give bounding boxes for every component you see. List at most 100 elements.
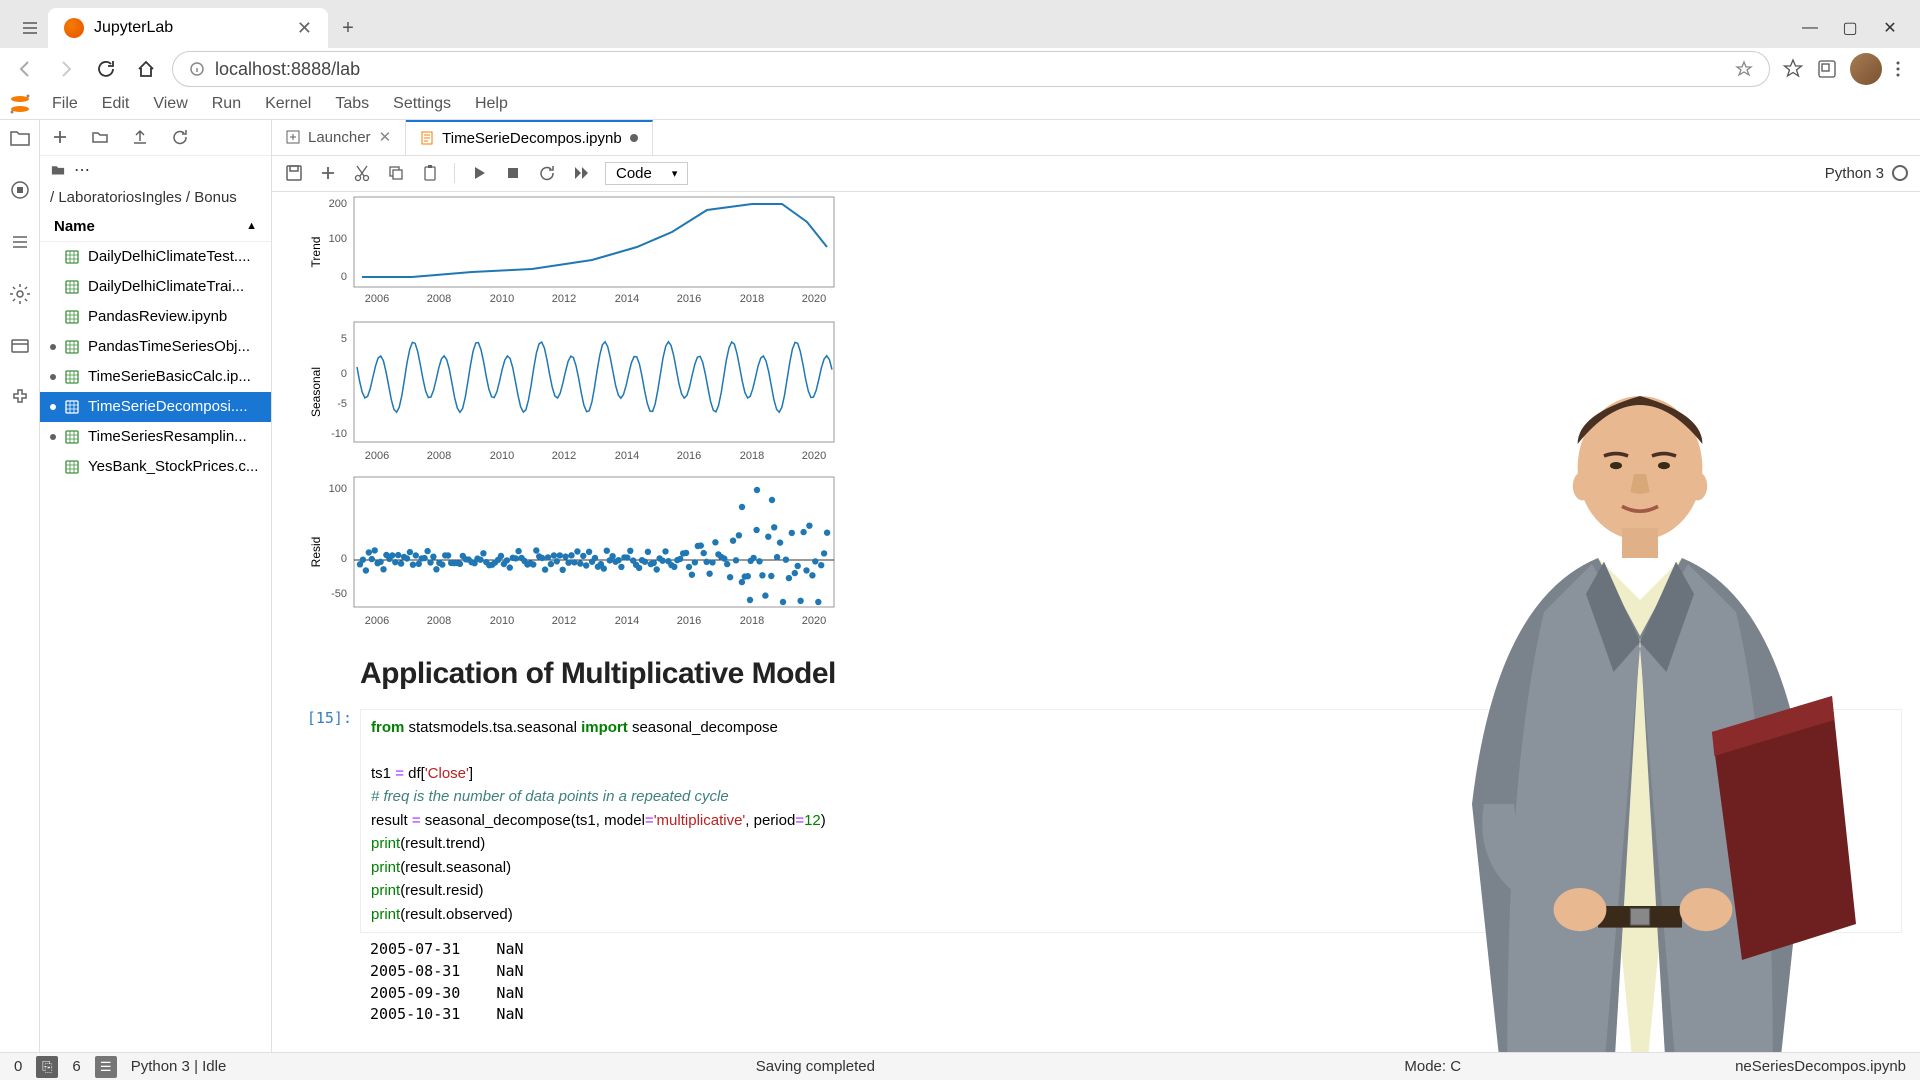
new-tab-button[interactable]: + [328,8,368,48]
svg-text:-5: -5 [337,398,347,410]
forward-button[interactable] [52,55,80,83]
svg-text:5: 5 [341,333,347,345]
maximize-button[interactable]: ▢ [1840,18,1860,38]
svg-text:2016: 2016 [677,615,701,627]
more-icon[interactable] [1894,58,1908,80]
tab-count-icon[interactable]: ☰ [95,1056,117,1078]
trend-subplot: Trend 2001000 20062008201020122014201620… [302,192,842,312]
menu-help[interactable]: Help [463,95,520,113]
new-launcher-icon[interactable] [50,127,70,147]
notebook-panel[interactable]: Trend 2001000 20062008201020122014201620… [272,192,1920,1053]
svg-text:2014: 2014 [615,615,639,627]
svg-text:0: 0 [341,553,347,565]
extensions-icon[interactable] [8,386,32,410]
copy-icon[interactable] [386,163,406,183]
tabs-icon[interactable] [8,334,32,358]
breadcrumb-path[interactable]: / LaboratoriosIngles / Bonus [40,184,271,212]
tab-timeseriedecompos-ipynb[interactable]: TimeSerieDecompos.ipynb [406,120,653,155]
file-item[interactable]: TimeSeriesResamplin... [40,422,271,452]
add-cell-icon[interactable] [318,163,338,183]
menu-view[interactable]: View [141,95,199,113]
status-bar: 0 ⎘ 6 ☰ Python 3 | Idle Saving completed… [0,1052,1920,1080]
file-item[interactable]: YesBank_StockPrices.c... [40,452,271,482]
breadcrumb-text: / LaboratoriosIngles / Bonus [50,189,237,206]
svg-text:2010: 2010 [490,615,514,627]
menu-file[interactable]: File [40,95,90,113]
favorites-icon[interactable] [1782,58,1804,80]
refresh-button[interactable] [92,55,120,83]
star-icon[interactable] [1735,60,1753,78]
close-window-button[interactable]: ✕ [1880,18,1900,38]
breadcrumb[interactable]: ⋯ [40,156,271,184]
file-item[interactable]: PandasReview.ipynb [40,302,271,332]
svg-text:-50: -50 [331,588,347,600]
app-menu-button[interactable] [12,8,48,48]
sb-count1[interactable]: 0 [14,1058,22,1075]
svg-text:2010: 2010 [490,450,514,462]
svg-text:100: 100 [329,233,347,245]
arrow-left-icon [16,59,36,79]
browser-chrome: JupyterLab ✕ + — ▢ ✕ localhost:8888/lab [0,0,1920,90]
file-item[interactable]: TimeSerieDecomposi.... [40,392,271,422]
terminal-icon[interactable]: ⎘ [36,1056,58,1078]
kernel-status[interactable]: Python 3 | Idle [131,1058,227,1075]
stop-icon[interactable] [503,163,523,183]
running-icon[interactable] [8,178,32,202]
svg-text:2020: 2020 [802,293,826,305]
run-icon[interactable] [469,163,489,183]
file-item[interactable]: TimeSerieBasicCalc.ip... [40,362,271,392]
tab-launcher[interactable]: Launcher✕ [272,120,406,155]
kernel-indicator[interactable]: Python 3 [1825,165,1908,182]
svg-text:2020: 2020 [802,615,826,627]
profile-avatar[interactable] [1850,53,1882,85]
upload-icon[interactable] [130,127,150,147]
menu-tabs[interactable]: Tabs [323,95,381,113]
paste-icon[interactable] [420,163,440,183]
new-folder-icon[interactable] [90,127,110,147]
svg-text:0: 0 [341,271,347,283]
minimize-button[interactable]: — [1800,18,1820,38]
presenter-avatar [1400,372,1880,1053]
cell-type-label: Code [616,165,652,182]
collections-icon[interactable] [1816,58,1838,80]
svg-text:2012: 2012 [552,615,576,627]
menu-run[interactable]: Run [200,95,253,113]
refresh-files-icon[interactable] [170,127,190,147]
back-button[interactable] [12,55,40,83]
svg-text:2006: 2006 [365,293,389,305]
close-icon[interactable]: ✕ [379,128,392,146]
hamburger-icon [22,20,38,36]
tab-close-button[interactable]: ✕ [297,18,312,39]
jupyter-logo[interactable] [0,92,40,116]
home-button[interactable] [132,55,160,83]
file-list-header[interactable]: Name ▲ [40,212,271,242]
file-item[interactable]: DailyDelhiClimateTest.... [40,242,271,272]
folder-icon[interactable] [8,126,32,150]
browser-tab-jupyterlab[interactable]: JupyterLab ✕ [48,8,328,48]
run-all-icon[interactable] [571,163,591,183]
kernel-status-icon [1892,165,1908,181]
resid-subplot: Resid 1000-50 20062008201020122014201620… [302,472,842,632]
commands-icon[interactable] [8,230,32,254]
save-icon[interactable] [284,163,304,183]
menubar: FileEditViewRunKernelTabsSettingsHelp [0,90,1920,120]
menu-settings[interactable]: Settings [381,95,463,113]
sb-count2[interactable]: 6 [72,1058,80,1075]
cell-type-select[interactable]: Code ▾ [605,162,688,185]
svg-text:2008: 2008 [427,293,451,305]
cut-icon[interactable] [352,163,372,183]
svg-text:Trend: Trend [309,236,323,267]
address-bar[interactable]: localhost:8888/lab [172,51,1770,87]
svg-text:Seasonal: Seasonal [309,367,323,417]
svg-text:2014: 2014 [615,450,639,462]
file-item[interactable]: PandasTimeSeriesObj... [40,332,271,362]
input-prompt: [15]: [302,709,360,934]
notebook-toolbar: Code ▾ Python 3 [272,156,1920,192]
menu-edit[interactable]: Edit [90,95,142,113]
restart-icon[interactable] [537,163,557,183]
menu-kernel[interactable]: Kernel [253,95,323,113]
property-inspector-icon[interactable] [8,282,32,306]
file-item[interactable]: DailyDelhiClimateTrai... [40,272,271,302]
arrow-right-icon [56,59,76,79]
activity-bar [0,120,40,1053]
